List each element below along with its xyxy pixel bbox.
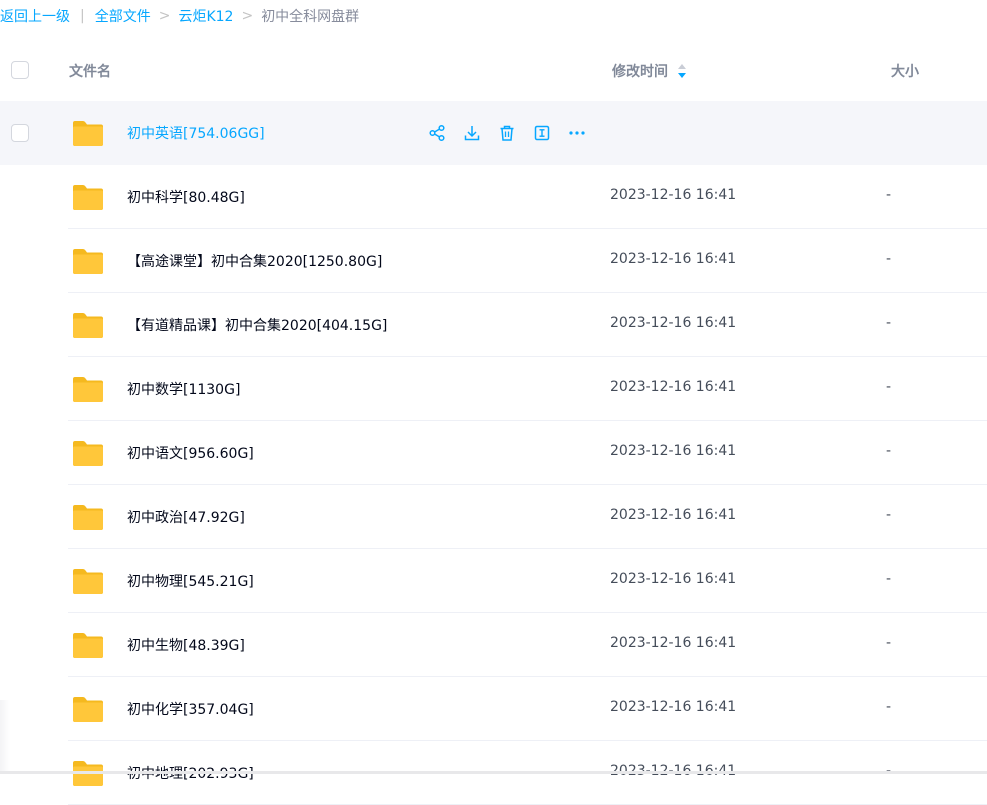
file-name[interactable]: 初中数学[1130G] — [127, 379, 240, 399]
file-name[interactable]: 初中化学[357.04G] — [127, 699, 254, 719]
folder-icon[interactable] — [72, 247, 104, 275]
share-icon[interactable] — [427, 123, 447, 143]
file-size: - — [886, 507, 892, 523]
file-row[interactable]: 初中语文[956.60G] 2023-12-16 16:41 - — [0, 421, 987, 485]
breadcrumb-chevron: > — [241, 8, 254, 24]
folder-icon[interactable] — [72, 439, 104, 467]
file-row[interactable]: 初中政治[47.92G] 2023-12-16 16:41 - — [0, 485, 987, 549]
file-name[interactable]: 初中政治[47.92G] — [127, 507, 245, 527]
file-row[interactable]: 初中化学[357.04G] 2023-12-16 16:41 - — [0, 677, 987, 741]
breadcrumb-current: 初中全科网盘群 — [261, 9, 360, 25]
more-icon[interactable] — [567, 123, 587, 143]
file-modified-time: 2023-12-16 16:41 — [610, 571, 737, 587]
file-row[interactable]: 初中数学[1130G] 2023-12-16 16:41 - — [0, 357, 987, 421]
file-row[interactable]: 初中生物[48.39G] 2023-12-16 16:41 - — [0, 613, 987, 677]
file-name[interactable]: 初中科学[80.48G] — [127, 187, 245, 207]
file-row[interactable]: 【高途课堂】初中合集2020[1250.80G] 2023-12-16 16:41… — [0, 229, 987, 293]
column-header-time-label: 修改时间 — [612, 64, 668, 80]
file-size: - — [886, 187, 892, 203]
row-actions — [427, 123, 602, 143]
file-modified-time: 2023-12-16 16:41 — [610, 699, 737, 715]
column-header-time[interactable]: 修改时间 — [612, 61, 687, 81]
file-size: - — [886, 315, 892, 331]
file-modified-time: 2023-12-16 16:41 — [610, 315, 737, 331]
folder-icon[interactable] — [72, 695, 104, 723]
file-list-header: 文件名 修改时间 大小 — [0, 40, 987, 100]
row-checkbox[interactable] — [11, 124, 29, 142]
file-modified-time: 2023-12-16 16:41 — [610, 187, 737, 203]
folder-icon[interactable] — [72, 503, 104, 531]
file-size: - — [886, 571, 892, 587]
file-size: - — [886, 699, 892, 715]
rename-icon[interactable] — [532, 123, 552, 143]
column-header-name[interactable]: 文件名 — [69, 61, 111, 81]
delete-icon[interactable] — [497, 123, 517, 143]
file-row[interactable]: 初中英语[754.06GG] — [0, 101, 987, 165]
file-modified-time: 2023-12-16 16:41 — [610, 379, 737, 395]
file-name[interactable]: 初中生物[48.39G] — [127, 635, 245, 655]
file-modified-time: 2023-12-16 16:41 — [610, 507, 737, 523]
breadcrumb: 返回上一级 | 全部文件 > 云炬K12 > 初中全科网盘群 — [0, 0, 359, 32]
file-row[interactable]: 初中科学[80.48G] 2023-12-16 16:41 - — [0, 165, 987, 229]
file-name[interactable]: 初中语文[956.60G] — [127, 443, 254, 463]
file-list: 初中英语[754.06GG] 初中科学[80.48G] 2023-12-16 16:… — [0, 101, 987, 805]
file-name[interactable]: 【高途课堂】初中合集2020[1250.80G] — [127, 251, 382, 271]
folder-icon[interactable] — [72, 183, 104, 211]
folder-icon[interactable] — [72, 119, 104, 147]
file-size: - — [886, 379, 892, 395]
file-row[interactable]: 【有道精品课】初中合集2020[404.15G] 2023-12-16 16:41… — [0, 293, 987, 357]
sort-desc-icon[interactable] — [677, 63, 687, 79]
file-size: - — [886, 443, 892, 459]
file-modified-time: 2023-12-16 16:41 — [610, 443, 737, 459]
column-header-size[interactable]: 大小 — [891, 61, 919, 81]
breadcrumb-chevron: > — [158, 8, 171, 24]
folder-icon[interactable] — [72, 311, 104, 339]
breadcrumb-yunju-k12[interactable]: 云炬K12 — [178, 6, 233, 26]
floating-panel-edge — [0, 700, 10, 771]
file-row[interactable]: 初中物理[545.21G] 2023-12-16 16:41 - — [0, 549, 987, 613]
breadcrumb-all-files[interactable]: 全部文件 — [95, 6, 151, 26]
folder-icon[interactable] — [72, 375, 104, 403]
download-icon[interactable] — [462, 123, 482, 143]
folder-icon[interactable] — [72, 631, 104, 659]
file-name[interactable]: 初中英语[754.06GG] — [127, 123, 265, 143]
file-modified-time: 2023-12-16 16:41 — [610, 251, 737, 267]
file-name[interactable]: 【有道精品课】初中合集2020[404.15G] — [127, 315, 387, 335]
file-size: - — [886, 251, 892, 267]
file-size: - — [886, 635, 892, 651]
select-all-checkbox[interactable] — [11, 61, 29, 79]
back-link[interactable]: 返回上一级 — [0, 6, 70, 26]
file-modified-time: 2023-12-16 16:41 — [610, 635, 737, 651]
file-name[interactable]: 初中物理[545.21G] — [127, 571, 254, 591]
folder-icon[interactable] — [72, 567, 104, 595]
breadcrumb-separator: | — [80, 8, 85, 24]
